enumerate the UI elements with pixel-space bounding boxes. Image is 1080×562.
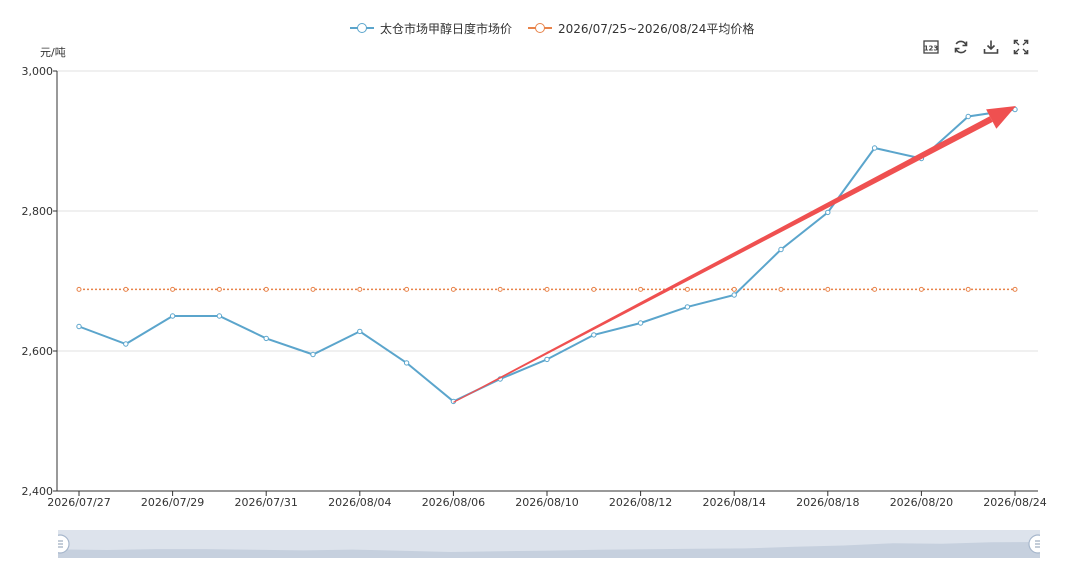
x-tick-label: 2026/07/29 bbox=[141, 496, 204, 509]
series2-point bbox=[965, 286, 971, 292]
x-tick-label: 2026/08/18 bbox=[796, 496, 859, 509]
x-tick-label: 2026/07/27 bbox=[47, 496, 110, 509]
y-tick-label: 2,600 bbox=[22, 345, 54, 358]
series1-point bbox=[310, 351, 316, 358]
series2-point bbox=[76, 286, 82, 292]
series2-point bbox=[684, 286, 690, 292]
series2-point bbox=[216, 286, 222, 292]
plot-area: 3,0002,8002,6002,4002026/07/27 2026/07/29… bbox=[22, 65, 1047, 509]
y-tick-label: 2,800 bbox=[22, 205, 54, 218]
series2-point bbox=[310, 286, 316, 292]
x-tick-label: 2026/08/24 bbox=[983, 496, 1046, 509]
series2-point bbox=[1012, 286, 1018, 292]
series2-point bbox=[357, 286, 363, 292]
series1-point bbox=[76, 323, 82, 330]
trend-arrow-head bbox=[986, 106, 1016, 129]
chart-container: 太仓市场甲醇日度市场价 2026/07/25~2026/08/24平均价格 12… bbox=[0, 0, 1080, 562]
series1-point bbox=[357, 328, 363, 335]
series1-point bbox=[731, 292, 737, 298]
series2-point bbox=[825, 286, 831, 292]
series1-point bbox=[965, 113, 971, 120]
x-tick-label: 2026/08/14 bbox=[702, 496, 765, 509]
series2-point bbox=[170, 286, 176, 292]
series2-point bbox=[497, 286, 503, 292]
series2-point bbox=[731, 286, 737, 292]
series-layer bbox=[76, 106, 1018, 405]
series2-point bbox=[404, 286, 410, 292]
trend-arrow-shaft bbox=[453, 116, 993, 403]
series1-point bbox=[216, 313, 223, 319]
datazoom-slider[interactable] bbox=[58, 530, 1040, 558]
grid-lines bbox=[57, 70, 1038, 352]
series2-point bbox=[591, 286, 597, 292]
x-tick-label: 2026/08/10 bbox=[515, 496, 578, 509]
series2-point bbox=[450, 286, 456, 292]
series1-point bbox=[544, 356, 550, 363]
series1-point bbox=[591, 332, 597, 338]
series1-point bbox=[825, 209, 831, 216]
series1-point bbox=[684, 304, 691, 310]
axes: 3,0002,8002,6002,4002026/07/27 2026/07/29… bbox=[22, 65, 1047, 509]
y-tick-label: 3,000 bbox=[22, 65, 54, 78]
trend-arrow-layer bbox=[453, 106, 1016, 403]
series2-point bbox=[123, 286, 129, 292]
series1-point bbox=[403, 360, 410, 366]
series1-point bbox=[778, 246, 784, 253]
series1-point bbox=[123, 341, 129, 347]
x-tick-label: 2026/08/06 bbox=[422, 496, 485, 509]
series2-point bbox=[263, 286, 269, 292]
series2-point bbox=[778, 286, 784, 292]
x-tick-label: 2026/07/31 bbox=[234, 496, 297, 509]
series2-point bbox=[638, 286, 644, 292]
x-tick-label: 2026/08/12 bbox=[609, 496, 672, 509]
x-tick-label: 2026/08/04 bbox=[328, 496, 391, 509]
series2-point bbox=[918, 286, 924, 292]
x-tick-label: 2026/08/20 bbox=[890, 496, 953, 509]
series1-point bbox=[263, 335, 269, 342]
series2-point bbox=[872, 286, 878, 292]
series1-point bbox=[169, 313, 176, 319]
series2-point bbox=[544, 286, 550, 292]
series1-point bbox=[637, 320, 644, 326]
series1-point bbox=[871, 145, 878, 151]
